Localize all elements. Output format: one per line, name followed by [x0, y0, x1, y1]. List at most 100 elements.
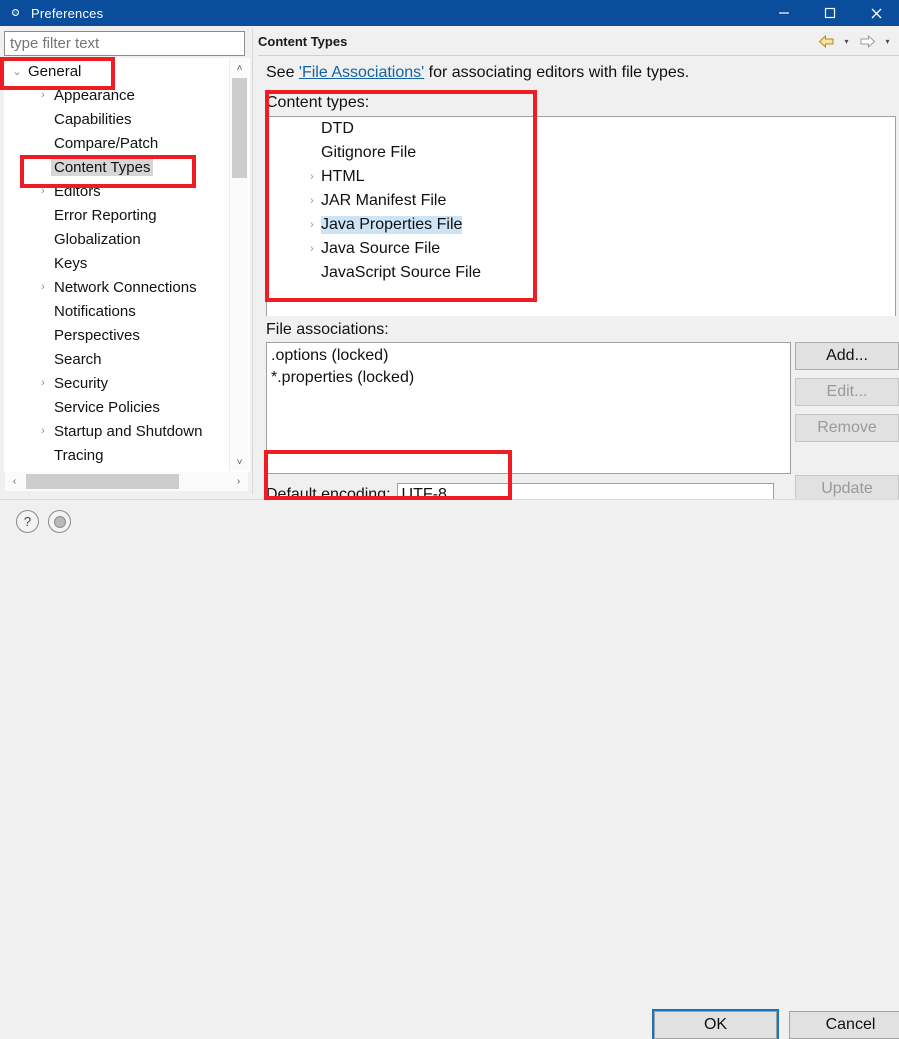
sidebar-item-tracing[interactable]: Tracing: [5, 443, 234, 467]
sidebar-item-label: Notifications: [54, 302, 136, 320]
sidebar-item-search[interactable]: Search: [5, 347, 234, 371]
back-arrow-icon[interactable]: [815, 31, 837, 53]
content-types-page: Content Types ▾ ▾ See 'File Associations…: [258, 28, 899, 507]
chevron-right-icon[interactable]: ›: [305, 219, 319, 231]
footer-icons: ?: [16, 510, 71, 533]
add-button[interactable]: Add...: [795, 342, 899, 370]
search-input[interactable]: [5, 35, 244, 52]
sidebar-item-label: Keys: [54, 254, 88, 272]
sidebar-item-content-types[interactable]: Content Types: [5, 155, 234, 179]
sidebar-item-appearance[interactable]: › Appearance: [5, 83, 234, 107]
sidebar-item-label: Compare/Patch: [54, 134, 159, 152]
ok-button[interactable]: OK: [652, 1009, 779, 1039]
content-type-row[interactable]: JavaScript Source File: [267, 261, 895, 285]
content-type-label: Java Properties File: [321, 216, 463, 234]
content-type-row[interactable]: › JAR Manifest File: [267, 189, 895, 213]
cancel-button[interactable]: Cancel: [789, 1011, 899, 1039]
close-button[interactable]: [853, 0, 899, 26]
filter-field-wrapper[interactable]: [4, 31, 245, 56]
file-associations-list[interactable]: .options (locked) *.properties (locked): [266, 342, 791, 474]
sidebar-item-label: Editors: [54, 182, 101, 200]
sidebar-item-general[interactable]: ⌄ General: [5, 59, 234, 83]
title-bar: Preferences: [0, 0, 899, 26]
sidebar-item-label: Error Reporting: [54, 206, 157, 224]
chevron-right-icon[interactable]: ›: [305, 171, 319, 183]
chevron-right-icon[interactable]: ›: [305, 243, 319, 255]
sidebar-item-label: Content Types: [51, 158, 154, 176]
sidebar-item-compare-patch[interactable]: Compare/Patch: [5, 131, 234, 155]
chevron-right-icon[interactable]: ›: [35, 185, 51, 197]
file-association-row[interactable]: .options (locked): [271, 347, 790, 369]
chevron-down-icon[interactable]: ⌄: [9, 65, 25, 78]
scroll-right-icon[interactable]: ›: [229, 472, 248, 491]
content-type-label: JavaScript Source File: [321, 264, 482, 281]
content-type-row[interactable]: › Java Properties File: [267, 213, 895, 237]
page-title: Content Types: [258, 34, 348, 49]
chevron-right-icon[interactable]: ›: [35, 377, 51, 389]
description-prefix: See: [266, 64, 299, 81]
tree-horizontal-scrollbar[interactable]: ‹ ›: [5, 472, 248, 491]
content-type-label: Java Source File: [321, 240, 441, 257]
sidebar-item-network-connections[interactable]: › Network Connections: [5, 275, 234, 299]
content-type-row[interactable]: DTD: [267, 117, 895, 141]
scroll-left-icon[interactable]: ‹: [5, 472, 24, 491]
content-type-label: HTML: [321, 168, 365, 185]
sidebar-item-perspectives[interactable]: Perspectives: [5, 323, 234, 347]
sidebar-item-capabilities[interactable]: Capabilities: [5, 107, 234, 131]
back-dropdown-icon[interactable]: ▾: [839, 31, 854, 53]
chevron-right-icon[interactable]: ›: [305, 195, 319, 207]
pane-divider: [252, 28, 253, 494]
sidebar-item-label: Security: [54, 374, 109, 392]
file-associations-label: File associations:: [266, 321, 389, 338]
pane-header: Content Types ▾ ▾: [258, 28, 899, 56]
forward-arrow-icon[interactable]: [856, 31, 878, 53]
content-types-label: Content types:: [266, 94, 370, 111]
sidebar-item-security[interactable]: › Security: [5, 371, 234, 395]
sidebar-item-service-policies[interactable]: Service Policies: [5, 395, 234, 419]
chevron-right-icon[interactable]: ›: [35, 425, 51, 437]
sidebar-item-globalization[interactable]: Globalization: [5, 227, 234, 251]
preferences-tree[interactable]: ⌄ General › Appearance Capabilities Compare/P…: [4, 58, 250, 472]
page-description: See 'File Associations' for associating …: [266, 64, 689, 82]
preferences-dialog: Preferences ⌄General›AppearanceCapabilit…: [0, 0, 899, 1039]
sidebar-item-startup-and-shutdown[interactable]: › Startup and Shutdown: [5, 419, 234, 443]
chevron-right-icon[interactable]: ›: [35, 89, 51, 101]
sidebar-item-label: Search: [54, 350, 102, 368]
content-types-list[interactable]: DTD Gitignore File › HTML › JAR Manifest File…: [266, 116, 896, 316]
restore-defaults-icon[interactable]: [48, 510, 71, 533]
minimize-button[interactable]: [761, 0, 807, 26]
sidebar-item-notifications[interactable]: Notifications: [5, 299, 234, 323]
file-associations-link[interactable]: 'File Associations': [299, 64, 424, 81]
sidebar-item-label: Globalization: [54, 230, 141, 248]
content-type-row[interactable]: › HTML: [267, 165, 895, 189]
window-controls: [761, 0, 899, 26]
sidebar-item-error-reporting[interactable]: Error Reporting: [5, 203, 234, 227]
scroll-down-icon[interactable]: ˅: [230, 453, 249, 471]
sidebar-item-label: General: [28, 62, 82, 80]
edit-button[interactable]: Edit...: [795, 378, 899, 406]
sidebar-item-keys[interactable]: Keys: [5, 251, 234, 275]
chevron-right-icon[interactable]: ›: [35, 281, 51, 293]
sidebar-item-label: Capabilities: [54, 110, 132, 128]
help-icon[interactable]: ?: [16, 510, 39, 533]
description-suffix: for associating editors with file types.: [424, 64, 690, 81]
content-type-label: JAR Manifest File: [321, 192, 447, 209]
page-navigation: ▾ ▾: [815, 28, 895, 55]
forward-dropdown-icon[interactable]: ▾: [880, 31, 895, 53]
file-association-row[interactable]: *.properties (locked): [271, 369, 790, 391]
tree-vertical-scrollbar[interactable]: ˄ ˅: [229, 59, 249, 471]
content-type-row[interactable]: Gitignore File: [267, 141, 895, 165]
content-type-label: Gitignore File: [321, 144, 417, 161]
horizontal-scrollbar-thumb[interactable]: [26, 474, 179, 489]
maximize-button[interactable]: [807, 0, 853, 26]
content-type-label: DTD: [321, 120, 354, 137]
vertical-scrollbar-thumb[interactable]: [232, 78, 247, 178]
remove-button[interactable]: Remove: [795, 414, 899, 442]
file-association-buttons: Add... Edit... Remove Update: [795, 342, 899, 511]
scroll-up-icon[interactable]: ˄: [230, 59, 249, 77]
sidebar-item-label: Service Policies: [54, 398, 160, 416]
sidebar-item-editors[interactable]: › Editors: [5, 179, 234, 203]
content-type-row[interactable]: › Java Source File: [267, 237, 895, 261]
window-title: Preferences: [31, 5, 104, 21]
sidebar-item-label: Appearance: [54, 86, 135, 104]
